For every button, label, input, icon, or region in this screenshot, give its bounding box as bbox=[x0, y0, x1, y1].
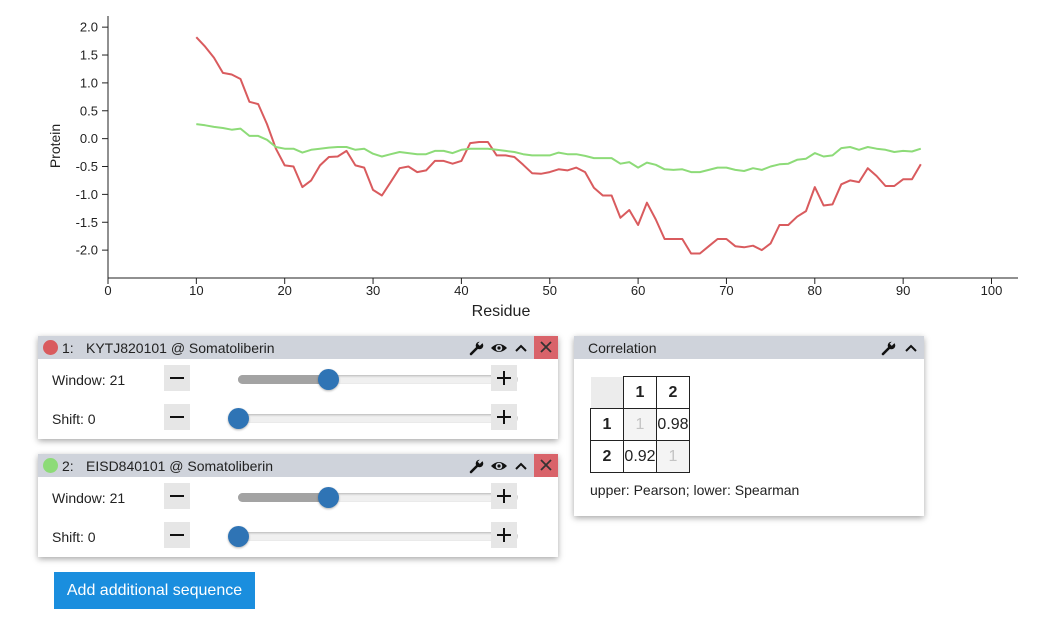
wrench-icon[interactable] bbox=[468, 457, 486, 475]
window-slider-fill bbox=[238, 493, 328, 502]
series-line-2 bbox=[196, 123, 922, 174]
wrench-icon[interactable] bbox=[468, 339, 486, 357]
window-label: Window: 21 bbox=[52, 490, 126, 506]
close-icon[interactable] bbox=[534, 336, 558, 359]
window-row: Window: 21 bbox=[38, 362, 558, 398]
sequence-panel-header: 1: KYTJ820101 @ Somatoliberin bbox=[38, 336, 558, 359]
x-tick-label: 70 bbox=[719, 283, 733, 298]
plus-icon bbox=[497, 489, 511, 503]
eye-icon[interactable] bbox=[490, 339, 508, 357]
chevron-up-icon[interactable] bbox=[902, 339, 920, 357]
x-tick-label: 90 bbox=[896, 283, 910, 298]
sequence-panel-header: 2: EISD840101 @ Somatoliberin bbox=[38, 454, 558, 477]
y-tick-label: 0.0 bbox=[80, 131, 98, 146]
y-tick-label: 2.0 bbox=[80, 20, 98, 35]
column-header: 1 bbox=[623, 376, 657, 409]
window-decrement-button[interactable] bbox=[164, 365, 190, 391]
matrix-cell: 0.98 bbox=[656, 408, 690, 441]
plus-icon bbox=[497, 371, 511, 385]
window-slider-thumb[interactable] bbox=[317, 487, 339, 508]
matrix-cell: 1 bbox=[656, 440, 690, 473]
x-tick-label: 20 bbox=[277, 283, 291, 298]
x-tick-label: 0 bbox=[104, 283, 111, 298]
row-header: 2 bbox=[590, 440, 624, 473]
correlation-panel: Correlation 1 2 1 1 0.98 2 0.92 1 upper:… bbox=[574, 336, 924, 516]
y-tick-label: -1.0 bbox=[76, 187, 98, 202]
plus-icon bbox=[497, 410, 511, 424]
matrix-cell: 0.92 bbox=[623, 440, 657, 473]
shift-slider-thumb[interactable] bbox=[228, 526, 249, 547]
series-color-dot bbox=[43, 458, 58, 473]
x-tick-label: 80 bbox=[808, 283, 822, 298]
series-line-1 bbox=[195, 36, 922, 255]
x-tick-label: 100 bbox=[981, 283, 1003, 298]
window-increment-button[interactable] bbox=[491, 365, 517, 391]
correlation-title: Correlation bbox=[588, 340, 657, 356]
sequence-title: EISD840101 @ Somatoliberin bbox=[86, 458, 273, 474]
sequence-index: 2: bbox=[62, 458, 74, 474]
shift-row: Shift: 0 bbox=[38, 401, 558, 437]
window-slider[interactable] bbox=[238, 487, 518, 508]
plus-icon bbox=[497, 528, 511, 542]
shift-slider-thumb[interactable] bbox=[228, 408, 249, 429]
window-decrement-button[interactable] bbox=[164, 483, 190, 509]
y-tick-label: 1.5 bbox=[80, 48, 98, 63]
y-tick-label: 1.0 bbox=[80, 75, 98, 90]
window-row: Window: 21 bbox=[38, 480, 558, 516]
shift-decrement-button[interactable] bbox=[164, 522, 190, 548]
sequence-title: KYTJ820101 @ Somatoliberin bbox=[86, 340, 275, 356]
window-slider-fill bbox=[238, 375, 328, 384]
shift-label: Shift: 0 bbox=[52, 411, 96, 427]
x-tick-label: 30 bbox=[366, 283, 380, 298]
y-tick-label: -2.0 bbox=[76, 243, 98, 258]
y-tick-label: -1.5 bbox=[76, 215, 98, 230]
correlation-note: upper: Pearson; lower: Spearman bbox=[590, 482, 800, 498]
close-icon[interactable] bbox=[534, 454, 558, 477]
x-axis-label: Residue bbox=[472, 303, 531, 320]
shift-increment-button[interactable] bbox=[491, 522, 517, 548]
correlation-matrix: 1 2 1 1 0.98 2 0.92 1 bbox=[590, 376, 690, 473]
hydropathy-chart: 0 10 20 30 40 50 60 70 80 90 100 2.0 1.5 1.0 0.5 0.0 -0.… bbox=[47, 16, 1018, 320]
y-tick-label: 0.5 bbox=[80, 103, 98, 118]
series-color-dot bbox=[43, 340, 58, 355]
wrench-icon[interactable] bbox=[880, 339, 898, 357]
column-header: 2 bbox=[656, 376, 690, 409]
sequence-index: 1: bbox=[62, 340, 74, 356]
shift-row: Shift: 0 bbox=[38, 519, 558, 555]
shift-increment-button[interactable] bbox=[491, 404, 517, 430]
x-tick-label: 40 bbox=[454, 283, 468, 298]
matrix-cell: 1 bbox=[623, 408, 657, 441]
y-tick-label: -0.5 bbox=[76, 159, 98, 174]
x-tick-label: 50 bbox=[543, 283, 557, 298]
add-sequence-button[interactable]: Add additional sequence bbox=[54, 572, 255, 609]
sequence-panel-1: 1: KYTJ820101 @ Somatoliberin Window: 21… bbox=[38, 336, 558, 439]
window-slider-thumb[interactable] bbox=[317, 369, 339, 390]
eye-icon[interactable] bbox=[490, 457, 508, 475]
shift-label: Shift: 0 bbox=[52, 529, 96, 545]
shift-decrement-button[interactable] bbox=[164, 404, 190, 430]
correlation-panel-header: Correlation bbox=[574, 336, 924, 359]
matrix-corner bbox=[590, 376, 624, 409]
shift-slider[interactable] bbox=[228, 408, 518, 429]
window-label: Window: 21 bbox=[52, 372, 126, 388]
window-slider[interactable] bbox=[238, 369, 518, 390]
row-header: 1 bbox=[590, 408, 624, 441]
x-tick-label: 10 bbox=[189, 283, 203, 298]
window-increment-button[interactable] bbox=[491, 483, 517, 509]
chevron-up-icon[interactable] bbox=[512, 339, 530, 357]
x-tick-label: 60 bbox=[631, 283, 645, 298]
shift-slider[interactable] bbox=[228, 526, 518, 547]
sequence-panel-2: 2: EISD840101 @ Somatoliberin Window: 21… bbox=[38, 454, 558, 557]
y-axis-label: Protein bbox=[47, 124, 63, 168]
chevron-up-icon[interactable] bbox=[512, 457, 530, 475]
